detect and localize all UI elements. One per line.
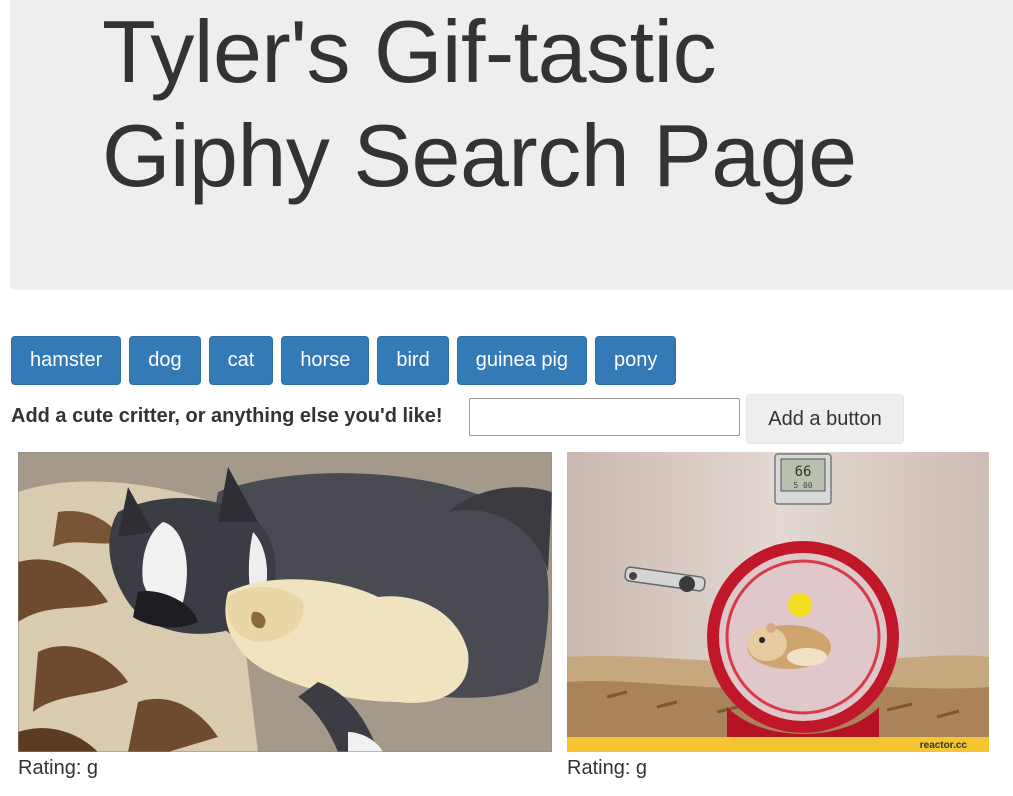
- animal-button-hamster[interactable]: hamster: [11, 336, 122, 385]
- gif-card-1: Rating: g: [18, 452, 552, 779]
- add-critter-input[interactable]: [469, 398, 740, 436]
- animal-button-row: hamster dog cat horse bird guinea pig po…: [11, 336, 684, 385]
- add-a-button-button[interactable]: Add a button: [746, 394, 904, 444]
- gif-rating-2: Rating: g: [567, 757, 648, 779]
- page-title-line-2: Giphy Search Page: [102, 106, 857, 205]
- gif-rating-1: Rating: g: [18, 757, 99, 779]
- animal-button-horse[interactable]: horse: [281, 336, 370, 385]
- gif-watermark-text: reactor.cc: [920, 740, 968, 751]
- animal-button-pony[interactable]: pony: [595, 336, 677, 385]
- page-title: Tyler's Gif-tastic Giphy Search Page: [102, 0, 982, 208]
- gif-card-2: 66 5 00 reactor.cc Rating: g: [567, 452, 989, 779]
- header-jumbotron: Tyler's Gif-tastic Giphy Search Page: [10, 0, 1013, 290]
- page-title-line-1: Tyler's Gif-tastic: [102, 2, 717, 101]
- animal-button-bird[interactable]: bird: [377, 336, 449, 385]
- animal-button-dog[interactable]: dog: [129, 336, 201, 385]
- add-critter-label: Add a cute critter, or anything else you…: [11, 405, 443, 427]
- animal-button-cat[interactable]: cat: [208, 336, 274, 385]
- animal-button-guinea-pig[interactable]: guinea pig: [456, 336, 588, 385]
- gif-image-hamster-wheel[interactable]: 66 5 00 reactor.cc: [567, 452, 989, 752]
- gif-image-dog-guinea-pig[interactable]: [18, 452, 552, 752]
- svg-text:66: 66: [795, 464, 812, 480]
- svg-text:5 00: 5 00: [793, 481, 812, 490]
